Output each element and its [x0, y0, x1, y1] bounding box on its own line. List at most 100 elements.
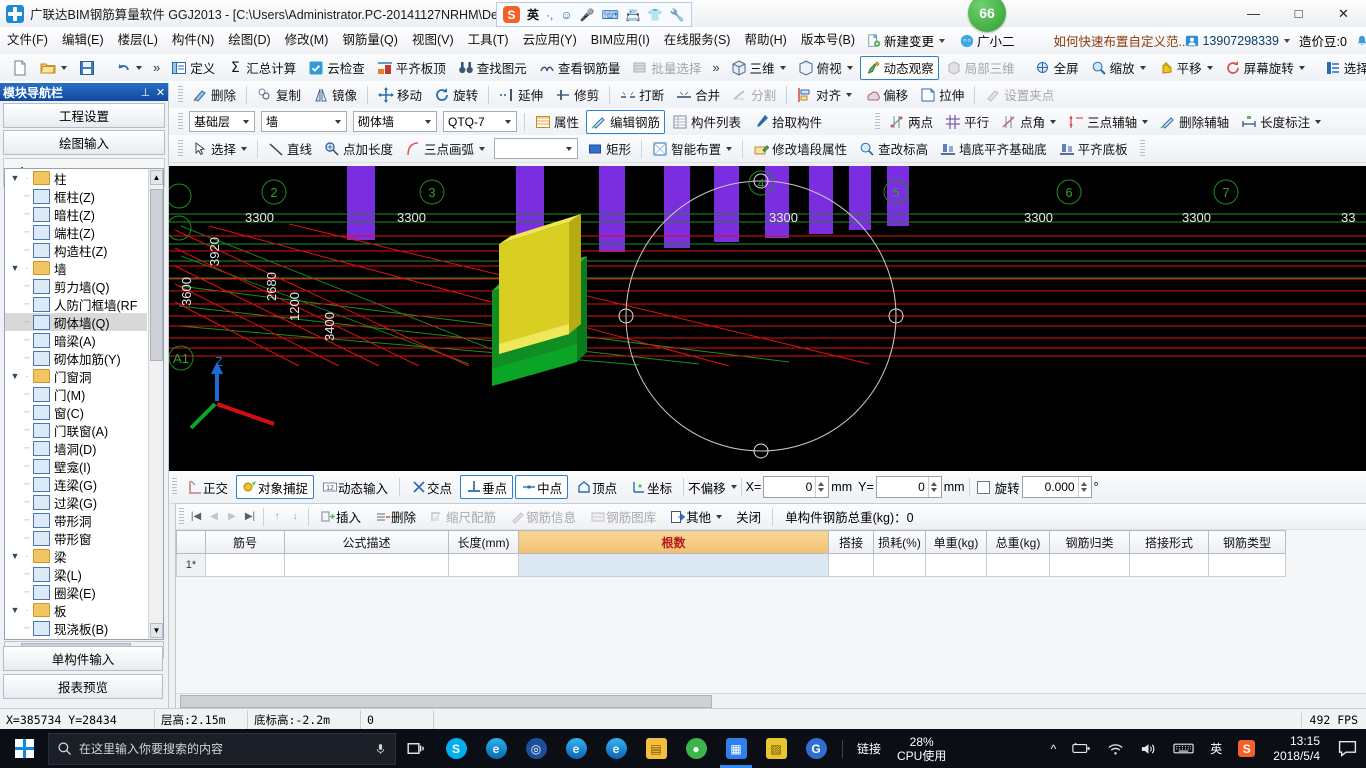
summary-calc-button[interactable]: Σ 汇总计算 [222, 56, 301, 80]
next-record-button[interactable]: ▶ [223, 508, 241, 526]
taskbar-app-spiral[interactable]: ◎ [516, 729, 556, 768]
tree-item[interactable]: ┄ 现浇板(B) [5, 619, 147, 637]
rebar-scroll-thumb[interactable] [180, 695, 712, 708]
toolbar-grip[interactable] [178, 85, 183, 104]
partial-3d-button[interactable]: 局部三维 [941, 56, 1020, 80]
scroll-up-arrow[interactable]: ▲ [150, 170, 163, 185]
menu-modify[interactable]: 修改(M) [278, 27, 336, 54]
chevron-down-icon[interactable] [726, 146, 733, 151]
grid-col-3[interactable]: 长度(mm) [448, 530, 519, 554]
chevron-down-icon[interactable] [241, 146, 248, 151]
y-spinner[interactable] [927, 477, 939, 497]
taskbar-app-active[interactable]: ▦ [716, 729, 756, 768]
set-grip-button[interactable]: 设置夹点 [980, 83, 1059, 107]
perpendicular-snap-toggle[interactable]: 垂点 [460, 475, 514, 499]
user-account-icon[interactable] [1185, 34, 1199, 48]
pin-icon[interactable]: ⊥ [138, 86, 153, 99]
maximize-button[interactable]: □ [1276, 0, 1321, 27]
three-point-axis-button[interactable]: 三点辅轴 [1063, 110, 1153, 134]
rotate-input[interactable]: 0.000 [1021, 476, 1092, 498]
component-list-button[interactable]: 构件列表 [667, 110, 746, 134]
menu-rebar-quantity[interactable]: 钢筋量(Q) [335, 27, 405, 54]
rebar-info-button[interactable]: 钢筋信息 [504, 505, 582, 528]
tree-item[interactable]: ┄ 壁龛(I) [5, 457, 147, 475]
merge-button[interactable]: 合并 [671, 83, 725, 107]
offset-button[interactable]: 偏移 [859, 83, 913, 107]
tree-group[interactable]: ▼ · 板 [5, 601, 147, 619]
scroll-down-arrow[interactable]: ▼ [150, 623, 163, 638]
rebar-grid[interactable]: 筋号 公式描述 长度(mm) 根数 搭接 损耗(%) 单重(kg) 总重(kg) 钢筋归类 搭接形… [176, 530, 1286, 577]
3d-viewport[interactable]: 2 3 4 5 6 7 A1 3300 3300 3300 3300 3300 … [169, 166, 1366, 471]
tree-group[interactable]: ▼ · 墙 [5, 259, 147, 277]
taskbar-app-edge[interactable]: e [556, 729, 596, 768]
cell-3[interactable] [448, 553, 519, 577]
bell-icon[interactable] [1355, 34, 1366, 48]
floor-select[interactable]: 基础层 [189, 111, 255, 132]
taskbar-app-browser[interactable]: ● [676, 729, 716, 768]
tree-item[interactable]: ┄ 框柱(Z) [5, 187, 147, 205]
ime-indicator[interactable]: 英 [1202, 729, 1230, 768]
chevron-down-icon[interactable] [479, 146, 486, 151]
start-button[interactable] [0, 729, 48, 768]
select-floor-button[interactable]: 选择楼层 [1320, 56, 1366, 80]
grid-body[interactable]: 1* [176, 553, 1286, 577]
ime-mode-button[interactable]: 英 [527, 9, 539, 21]
tree-group[interactable]: ▼ · 梁 [5, 547, 147, 565]
coordinate-snap-toggle[interactable]: 坐标 [625, 475, 678, 499]
close-button[interactable]: ✕ [1321, 0, 1366, 27]
split-button[interactable]: 分割 [727, 83, 781, 107]
copy-button[interactable]: 复制 [252, 83, 306, 107]
midpoint-snap-toggle[interactable]: 中点 [515, 475, 569, 499]
tree-item[interactable]: ┄ 带形窗 [5, 529, 147, 547]
new-change-button[interactable]: 新建变更 [862, 31, 955, 50]
save-button[interactable] [74, 56, 100, 80]
sogou-logo-icon[interactable]: S [503, 6, 520, 23]
delete-axis-button[interactable]: 删除辅轴 [1155, 110, 1234, 134]
taskbar-app-explorer[interactable]: ▤ [636, 729, 676, 768]
menu-view[interactable]: 视图(V) [405, 27, 461, 54]
cell-10[interactable] [1129, 553, 1209, 577]
tree-item[interactable]: ┄ 墙洞(D) [5, 439, 147, 457]
fullscreen-button[interactable]: 全屏 [1030, 56, 1084, 80]
tree-vertical-scrollbar[interactable]: ▲ ▼ [148, 169, 163, 639]
rebar-library-button[interactable]: 钢筋图库 [584, 505, 662, 528]
grid-col-1[interactable]: 筋号 [205, 530, 285, 554]
align-slab-top-button[interactable]: 平齐板顶 [372, 56, 451, 80]
grid-col-11[interactable]: 钢筋类型 [1208, 530, 1286, 554]
grid-col-10[interactable]: 搭接形式 [1129, 530, 1209, 554]
tree-item[interactable]: ┄ 砌体墙(Q) [5, 313, 147, 331]
expand-toggle-icon[interactable]: ▼ [9, 551, 21, 561]
menu-draw[interactable]: 绘图(D) [221, 27, 277, 54]
toolbar1-right-overflow[interactable]: » [707, 60, 724, 75]
three-point-arc-button[interactable]: 三点画弧 [400, 137, 490, 161]
pick-component-button[interactable]: 拾取构件 [748, 110, 827, 134]
parallel-axis-button[interactable]: 平行 [940, 110, 994, 134]
chevron-down-icon[interactable] [331, 119, 344, 124]
expand-toggle-icon[interactable]: ▼ [9, 371, 21, 381]
tree-item[interactable]: ┄ 窗(C) [5, 403, 147, 421]
edit-wall-segment-button[interactable]: 修改墙段属性 [748, 137, 852, 161]
point-plus-length-button[interactable]: 点加长度 [319, 137, 398, 161]
property-button[interactable]: 属性 [530, 110, 584, 134]
open-file-button[interactable] [35, 56, 72, 80]
first-record-button[interactable]: |◀ [187, 508, 205, 526]
account-phone[interactable]: 13907298339 [1202, 34, 1278, 48]
trim-button[interactable]: 修剪 [550, 83, 604, 107]
tree-item[interactable]: ┄ 人防门框墙(RF [5, 295, 147, 313]
microphone-icon[interactable] [374, 741, 387, 757]
view-rebar-button[interactable]: 查看钢筋量 [534, 56, 626, 80]
ime-floating-toolbar[interactable]: S 英 ·, ☺ 🎤 ⌨ 📇 👕 🔧 [496, 2, 692, 27]
cell-11[interactable] [1208, 553, 1286, 577]
align-button[interactable]: 对齐 [792, 83, 857, 107]
scroll-thumb[interactable] [150, 189, 163, 361]
chevron-down-icon[interactable] [1050, 119, 1057, 124]
skin-icon[interactable]: 👕 [648, 9, 663, 21]
menu-help[interactable]: 帮助(H) [737, 27, 793, 54]
cell-7[interactable] [925, 553, 987, 577]
menu-file[interactable]: 文件(F) [0, 27, 55, 54]
dynamic-input-toggle[interactable]: 12 动态输入 [316, 475, 394, 499]
zoom-button[interactable]: 缩放 [1086, 56, 1151, 80]
toolbox-icon[interactable]: 🔧 [670, 9, 685, 21]
move-down-button[interactable]: ↓ [286, 508, 304, 526]
component-select[interactable]: QTQ-7 [443, 111, 517, 132]
